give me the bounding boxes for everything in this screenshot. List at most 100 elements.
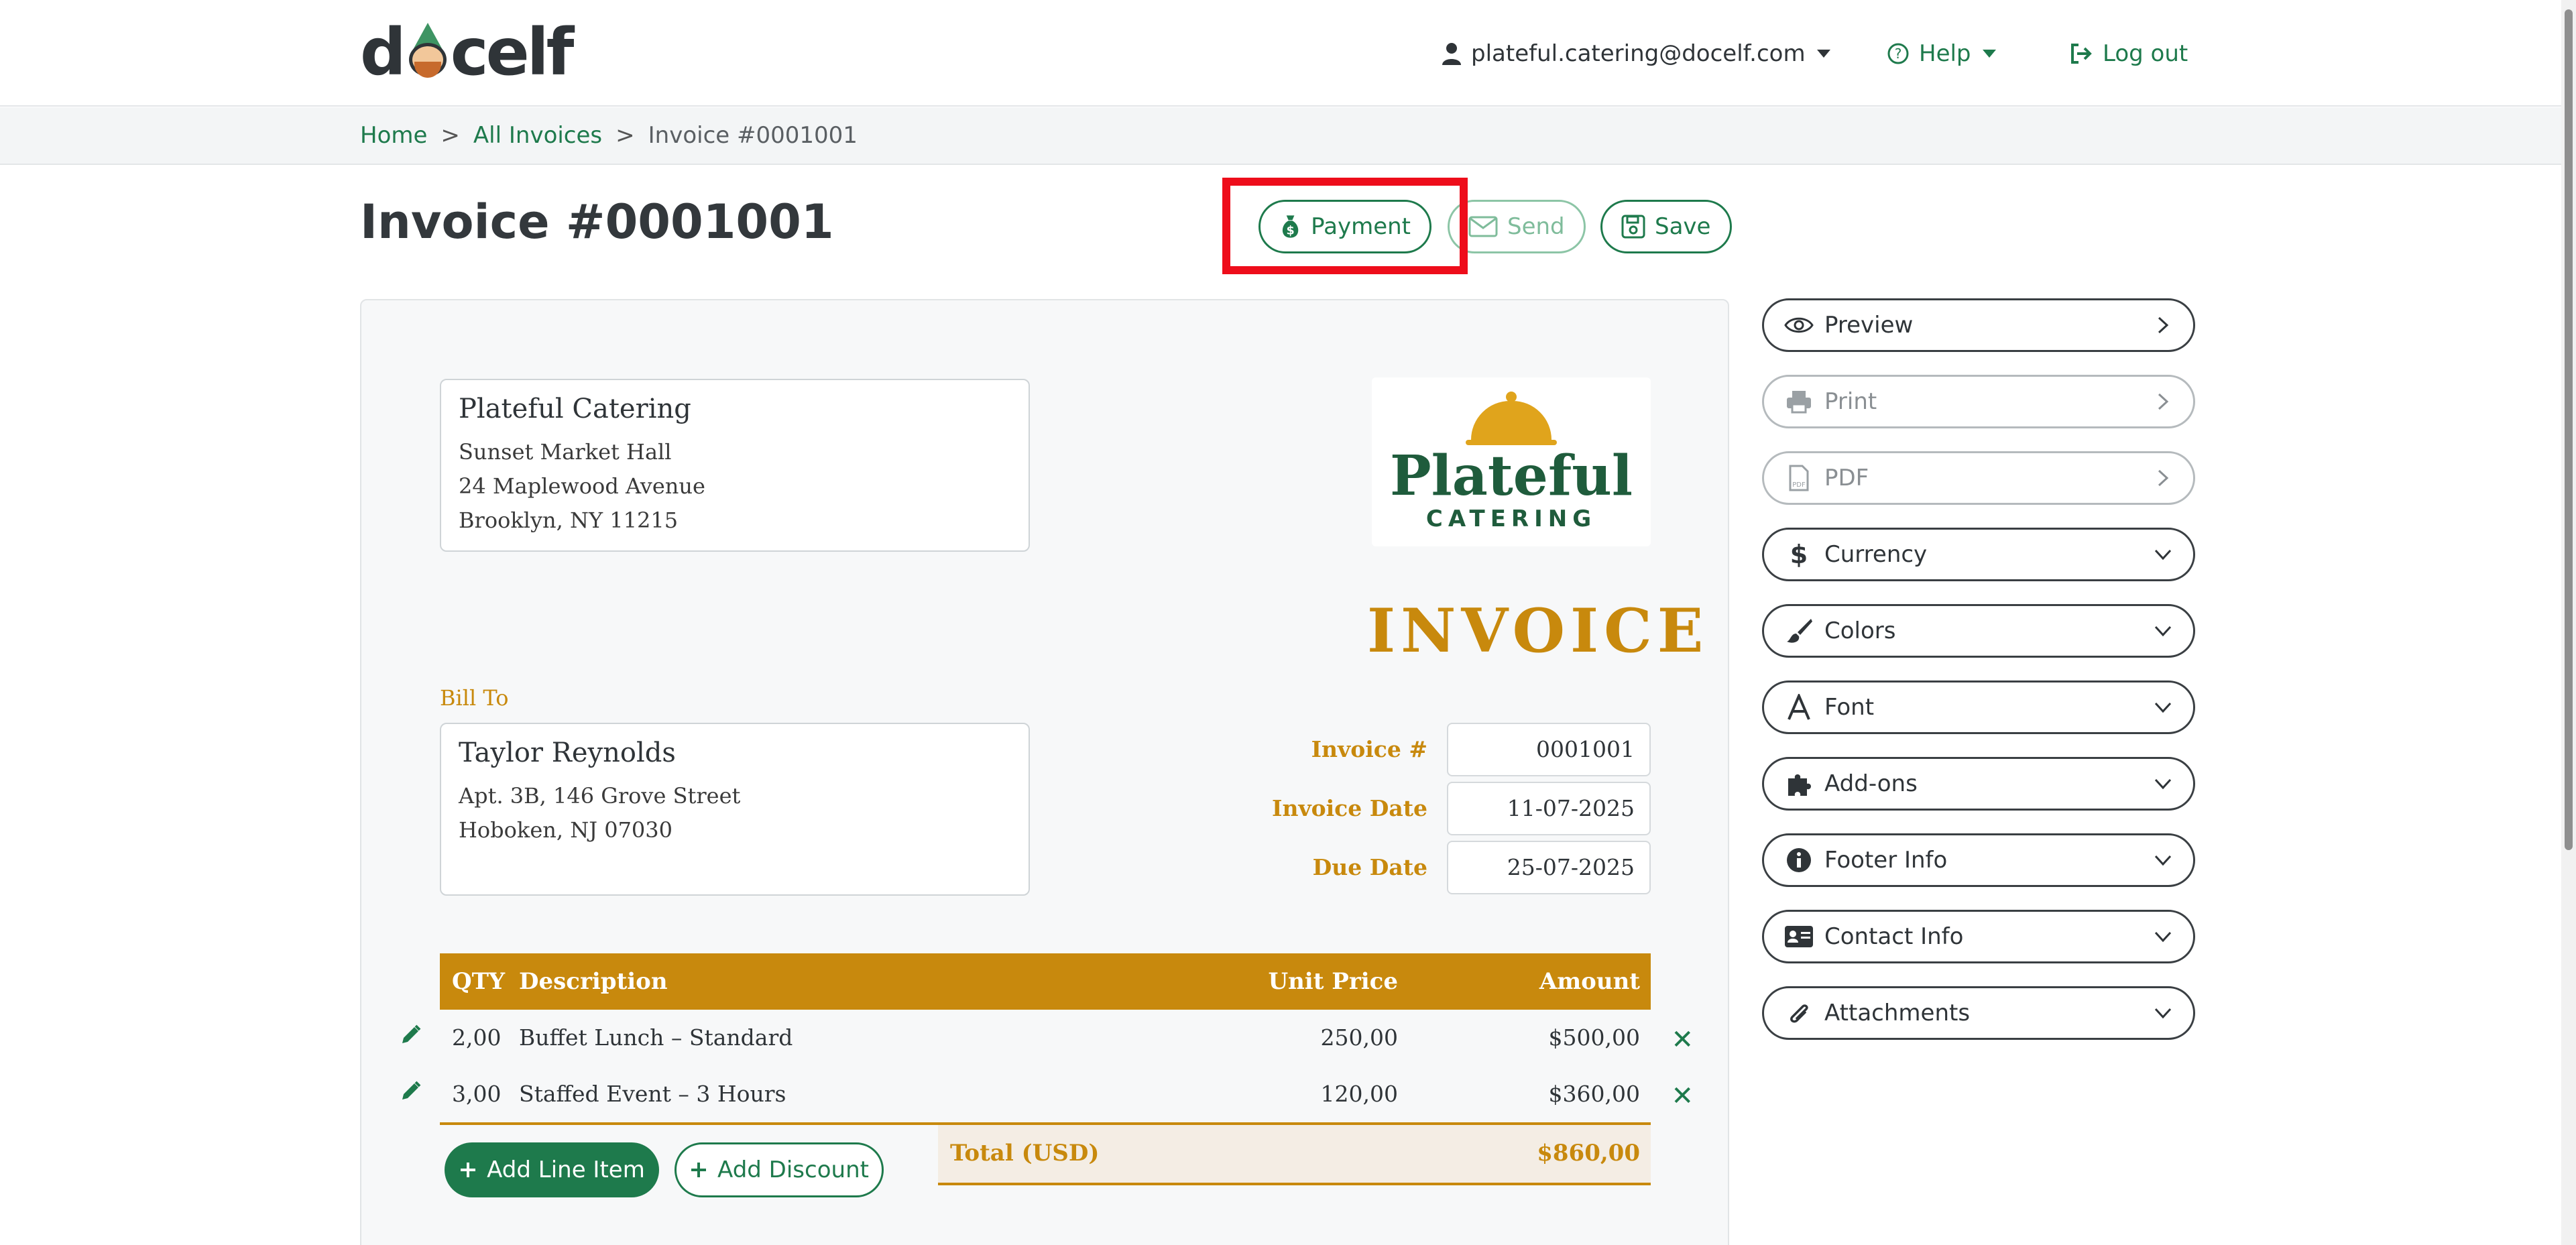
client-name: Taylor Reynolds	[459, 737, 676, 768]
help-label: Help	[1919, 40, 1971, 67]
total-label: Total (USD)	[950, 1140, 1100, 1167]
unit-price-column-header: Unit Price	[1268, 968, 1398, 995]
line-item-row[interactable]: 2,00 Buffet Lunch – Standard 250,00 $500…	[402, 1010, 1694, 1066]
sender-address-line: Brooklyn, NY 11215	[459, 508, 679, 533]
add-discount-label: Add Discount	[717, 1157, 869, 1183]
chevron-right-icon	[2152, 314, 2174, 337]
logo-text-left: d	[360, 15, 406, 90]
send-button[interactable]: Send	[1448, 200, 1586, 253]
docelf-logo[interactable]: d celf	[360, 15, 574, 90]
add-line-item-label: Add Line Item	[487, 1157, 645, 1183]
chevron-down-icon	[2152, 543, 2174, 566]
add-discount-button[interactable]: Add Discount	[675, 1142, 884, 1197]
save-label: Save	[1655, 213, 1711, 240]
send-label: Send	[1507, 213, 1565, 240]
info-icon	[1784, 845, 1814, 875]
logo-text-right: celf	[450, 15, 575, 90]
chevron-down-icon	[2152, 925, 2174, 948]
sidebar-item-preview[interactable]: Preview	[1762, 298, 2195, 352]
sidebar-item-pdf[interactable]: PDF PDF	[1762, 451, 2195, 505]
due-date-field[interactable]: 25-07-2025	[1447, 841, 1651, 894]
client-address-line: Hoboken, NJ 07030	[459, 817, 672, 843]
line-items-header: QTY Description Unit Price Amount	[440, 953, 1651, 1010]
total-row: Total (USD) $860,00	[938, 1125, 1651, 1185]
sidebar-item-label: Font	[1824, 694, 1875, 721]
sender-address-box[interactable]: Plateful Catering Sunset Market Hall 24 …	[440, 379, 1030, 552]
sidebar-item-label: Preview	[1824, 312, 1914, 339]
sidebar-item-add-ons[interactable]: Add-ons	[1762, 757, 2195, 811]
line-item-unit-price: 250,00	[1320, 1024, 1398, 1051]
add-line-item-button[interactable]: Add Line Item	[445, 1142, 659, 1197]
question-circle-icon: ?	[1887, 43, 1909, 64]
invoice-number-field[interactable]: 0001001	[1447, 723, 1651, 776]
invoice-date-field[interactable]: 11-07-2025	[1447, 782, 1651, 835]
breadcrumb: Home > All Invoices > Invoice #0001001	[360, 122, 858, 149]
cloche-icon	[1466, 392, 1557, 445]
save-button[interactable]: Save	[1600, 200, 1732, 253]
qty-column-header: QTY	[452, 968, 506, 995]
pencil-icon[interactable]	[398, 1023, 422, 1047]
scrollbar-thumb[interactable]	[2565, 9, 2573, 850]
sidebar-item-label: Colors	[1824, 617, 1896, 644]
pencil-icon[interactable]	[398, 1079, 422, 1104]
breadcrumb-all-invoices[interactable]: All Invoices	[473, 122, 602, 149]
user-icon	[1442, 43, 1461, 65]
sidebar-item-footer-info[interactable]: Footer Info	[1762, 833, 2195, 887]
highlight-box	[1222, 178, 1468, 274]
sidebar-item-contact-info[interactable]: Contact Info	[1762, 910, 2195, 963]
chevron-right-icon	[2152, 390, 2174, 413]
breadcrumb-separator: >	[441, 122, 460, 149]
sidebar-item-font[interactable]: Font	[1762, 680, 2195, 734]
font-icon	[1784, 693, 1814, 722]
caret-down-icon	[1982, 50, 1996, 58]
sidebar-item-label: Print	[1824, 388, 1877, 415]
sidebar-item-label: Attachments	[1824, 1000, 1971, 1026]
sidebar-item-colors[interactable]: Colors	[1762, 604, 2195, 658]
bill-to-address-box[interactable]: Taylor Reynolds Apt. 3B, 146 Grove Stree…	[440, 723, 1030, 896]
pdf-file-icon: PDF	[1784, 463, 1814, 493]
breadcrumb-current: Invoice #0001001	[648, 122, 858, 149]
breadcrumb-separator: >	[616, 122, 635, 149]
due-date-label: Due Date	[1312, 854, 1427, 880]
line-item-amount: $500,00	[1548, 1024, 1640, 1051]
dollar-icon: $	[1784, 540, 1814, 569]
page-title: Invoice #0001001	[360, 194, 834, 249]
sidebar-item-print[interactable]: Print	[1762, 375, 2195, 428]
sidebar-item-attachments[interactable]: Attachments	[1762, 986, 2195, 1040]
delete-line-icon[interactable]: ✕	[1671, 1081, 1694, 1112]
page-scrollbar[interactable]	[2561, 0, 2576, 1245]
chevron-right-icon	[2152, 467, 2174, 489]
company-logo-title: Plateful	[1389, 444, 1633, 508]
top-navbar: d celf plateful.catering@docelf.com ? He…	[0, 0, 2561, 107]
line-item-row[interactable]: 3,00 Staffed Event – 3 Hours 120,00 $360…	[402, 1066, 1694, 1122]
sender-name: Plateful Catering	[459, 394, 691, 424]
delete-line-icon[interactable]: ✕	[1671, 1024, 1694, 1055]
chevron-down-icon	[2152, 772, 2174, 795]
breadcrumb-home[interactable]: Home	[360, 122, 427, 149]
logout-label: Log out	[2103, 40, 2188, 67]
total-value: $860,00	[1537, 1140, 1640, 1167]
floppy-disk-icon	[1621, 215, 1645, 239]
chevron-down-icon	[2152, 696, 2174, 719]
sidebar-item-label: Add-ons	[1824, 770, 1918, 797]
company-logo-subtitle: CATERING	[1425, 506, 1597, 532]
help-menu[interactable]: ? Help	[1887, 35, 2006, 72]
invoice-number-label: Invoice #	[1311, 736, 1427, 762]
printer-icon	[1784, 387, 1814, 416]
breadcrumb-bar: Home > All Invoices > Invoice #0001001	[0, 107, 2561, 165]
contact-card-icon	[1784, 922, 1814, 951]
paperclip-icon	[1784, 998, 1814, 1028]
elf-mascot-icon	[405, 23, 449, 82]
sidebar-item-currency[interactable]: $ Currency	[1762, 528, 2195, 581]
line-item-amount: $360,00	[1548, 1081, 1640, 1107]
logout-link[interactable]: Log out	[2069, 35, 2188, 72]
user-menu[interactable]: plateful.catering@docelf.com	[1442, 35, 1840, 72]
sidebar-item-label: PDF	[1824, 465, 1869, 491]
svg-text:$: $	[1790, 540, 1808, 569]
company-logo[interactable]: Plateful CATERING	[1372, 377, 1651, 546]
bill-to-label: Bill To	[440, 685, 509, 711]
eye-icon	[1784, 310, 1814, 340]
user-email: plateful.catering@docelf.com	[1471, 40, 1806, 67]
plus-icon	[691, 1163, 707, 1177]
caret-down-icon	[1816, 50, 1830, 58]
